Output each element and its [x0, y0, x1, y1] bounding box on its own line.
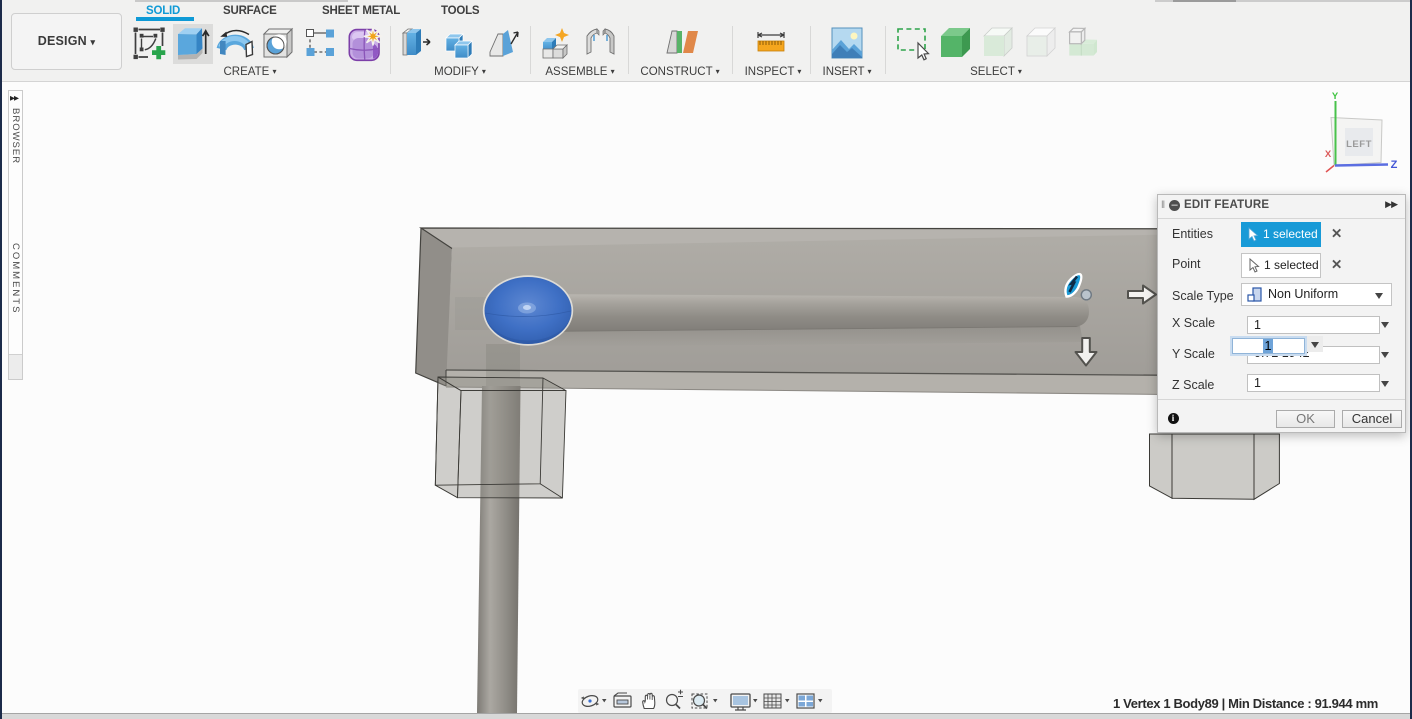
svg-text:Z: Z [1391, 159, 1398, 171]
svg-text:X: X [1325, 149, 1332, 160]
svg-text:LEFT: LEFT [1346, 139, 1372, 150]
svg-text:Y: Y [1332, 91, 1339, 102]
